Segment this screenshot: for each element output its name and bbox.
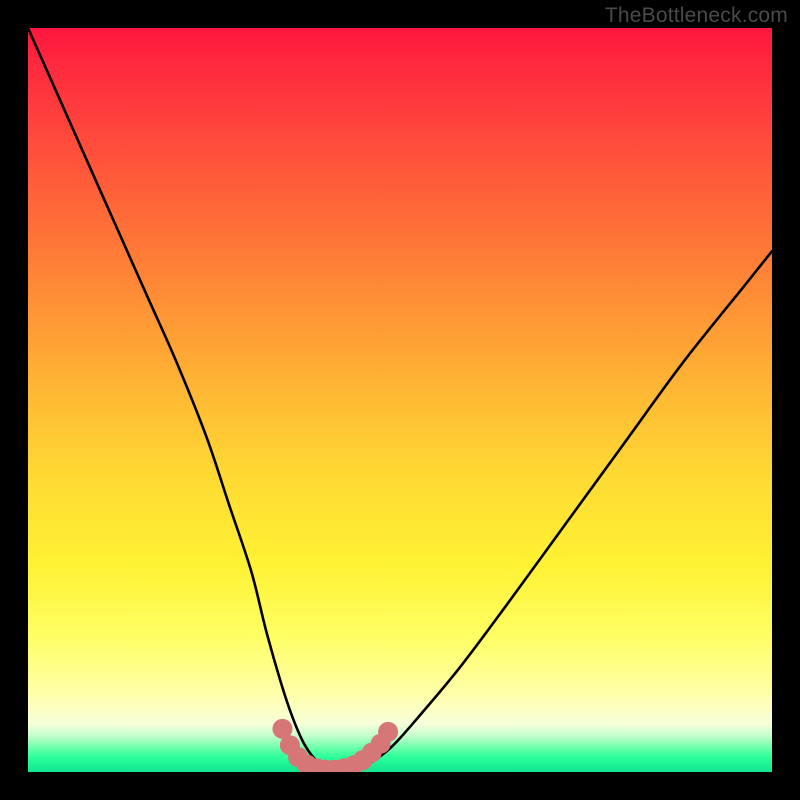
trough-dot — [362, 743, 382, 763]
trough-dots — [272, 719, 398, 772]
trough-dot — [344, 755, 364, 772]
trough-dot — [307, 758, 327, 772]
attribution-text: TheBottleneck.com — [605, 4, 788, 28]
trough-dot — [325, 760, 345, 772]
trough-dot — [316, 760, 336, 772]
chart-plot-area — [28, 28, 772, 772]
chart-svg — [28, 28, 772, 772]
bottleneck-curve — [28, 28, 772, 770]
trough-dot — [297, 755, 317, 772]
trough-dot — [378, 722, 398, 742]
trough-dot — [353, 750, 373, 770]
trough-dot — [334, 758, 354, 772]
trough-dot — [288, 747, 308, 767]
trough-dot — [371, 734, 391, 754]
trough-dot — [272, 719, 292, 739]
trough-dot — [280, 735, 300, 755]
chart-frame: TheBottleneck.com — [0, 0, 800, 800]
